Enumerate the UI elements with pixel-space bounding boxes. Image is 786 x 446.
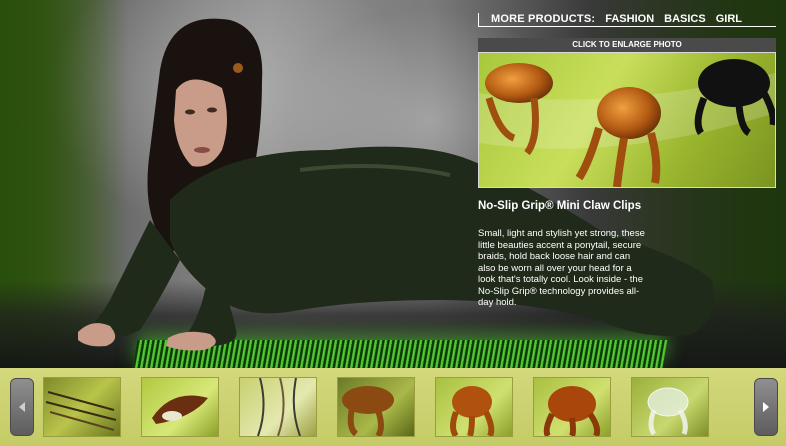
hair-pins-image [257, 378, 301, 436]
claw-clips-photo [479, 59, 775, 187]
bobby-pins-image [45, 391, 117, 431]
thumbnail-claw-clip[interactable] [337, 377, 415, 437]
clear-claw-clip-image [647, 387, 689, 436]
product-title: No-Slip Grip® Mini Claw Clips [478, 200, 642, 212]
chevron-left-icon [19, 402, 25, 412]
claw-clip-image [342, 386, 394, 436]
more-products-label: MORE PRODUCTS: [491, 13, 596, 25]
product-description: Small, light and stylish yet strong, the… [478, 228, 645, 308]
nav-divider [478, 12, 479, 26]
nav-link-basics[interactable]: BASICS [664, 13, 706, 25]
thumbnail-hair-pins[interactable] [239, 377, 317, 437]
enlarge-photo-button[interactable]: CLICK TO ENLARGE PHOTO [478, 38, 776, 52]
thumbnail-mini-claw-clips[interactable] [435, 377, 513, 437]
mini-claw-clips-image [450, 386, 495, 436]
claw-clip-image-2 [543, 386, 601, 436]
previous-button[interactable] [10, 378, 34, 436]
more-products-nav: MORE PRODUCTS: FASHION BASICS GIRL [478, 12, 776, 27]
chevron-right-icon [763, 402, 769, 412]
thumbnail-strip [0, 368, 786, 446]
thumbnail-snap-clips[interactable] [141, 377, 219, 437]
thumbnail-clear-claw-clip[interactable] [631, 377, 709, 437]
nav-link-fashion[interactable]: FASHION [605, 13, 654, 25]
thumbnail-bobby-pins[interactable] [43, 377, 121, 437]
next-button[interactable] [754, 378, 778, 436]
thumbnail-claw-clip-2[interactable] [533, 377, 611, 437]
product-photo[interactable] [478, 52, 776, 188]
snap-clips-image [152, 395, 208, 424]
nav-link-girl[interactable]: GIRL [716, 13, 742, 25]
